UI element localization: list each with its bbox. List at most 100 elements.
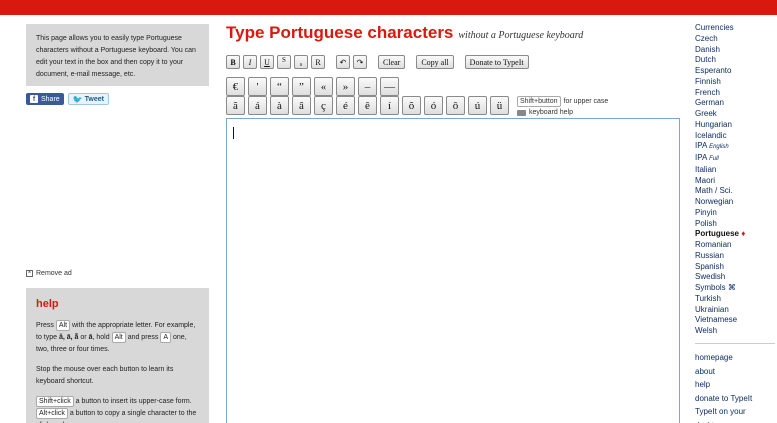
keyboard-help-label: keyboard help bbox=[529, 109, 573, 116]
donate-button[interactable]: Donate to TypeIt bbox=[464, 55, 529, 69]
lang-link-portuguese[interactable]: Portuguese ♦ bbox=[695, 229, 775, 240]
lang-link-esperanto[interactable]: Esperanto bbox=[695, 66, 775, 77]
char-button[interactable]: ê bbox=[358, 96, 377, 115]
lang-label: Portuguese bbox=[695, 229, 740, 239]
lang-link-swedish[interactable]: Swedish bbox=[695, 272, 775, 283]
lang-link-polish[interactable]: Polish bbox=[695, 219, 775, 230]
shift-info-text: for upper case bbox=[563, 98, 609, 105]
underline-button[interactable]: U bbox=[260, 55, 274, 69]
lang-link-currencies[interactable]: Currencies bbox=[695, 23, 775, 34]
lang-link-french[interactable]: French bbox=[695, 88, 775, 99]
char-button[interactable]: í bbox=[380, 96, 399, 115]
shift-info: Shift+button for upper case keyboard hel… bbox=[517, 96, 608, 118]
keyboard-icon bbox=[517, 109, 526, 116]
intro-text: This page allows you to easily type Port… bbox=[36, 35, 196, 78]
copy-all-button[interactable]: Copy all bbox=[416, 55, 454, 69]
example-chars: ǎ, ā, ā̃ bbox=[58, 334, 79, 341]
remove-format-button[interactable]: R bbox=[311, 55, 325, 69]
clear-button[interactable]: Clear bbox=[378, 55, 406, 69]
help-heading: help bbox=[36, 298, 59, 310]
lang-link-german[interactable]: German bbox=[695, 98, 775, 109]
lang-link-hungarian[interactable]: Hungarian bbox=[695, 120, 775, 131]
char-button-apostrophe[interactable]: ' bbox=[248, 77, 267, 96]
lang-link-ipa-english[interactable]: IPA English bbox=[695, 141, 775, 153]
char-button[interactable]: ó bbox=[424, 96, 443, 115]
nav-link-homepage[interactable]: homepage bbox=[695, 351, 775, 365]
alt-key: Alt bbox=[55, 320, 71, 331]
lang-link-spanish[interactable]: Spanish bbox=[695, 262, 775, 273]
lang-link-romanian[interactable]: Romanian bbox=[695, 240, 775, 251]
tweet-button[interactable]: 🐦 Tweet bbox=[67, 93, 109, 105]
redo-button[interactable]: ↷ bbox=[353, 55, 367, 69]
page-title: Type Portuguese characters bbox=[226, 23, 454, 42]
char-button[interactable]: ú bbox=[468, 96, 487, 115]
alt-key: Alt bbox=[111, 332, 126, 343]
char-button-right-quote[interactable]: ” bbox=[292, 77, 311, 96]
site-nav: homepage about help donate to TypeIt Typ… bbox=[695, 351, 775, 423]
lang-link-vietnamese[interactable]: Vietnamese bbox=[695, 315, 775, 326]
lang-link-pinyin[interactable]: Pinyin bbox=[695, 208, 775, 219]
help-text: or bbox=[80, 334, 87, 341]
lang-link-czech[interactable]: Czech bbox=[695, 34, 775, 45]
subscript-button[interactable]: s bbox=[294, 55, 308, 69]
char-button[interactable]: â bbox=[292, 96, 311, 115]
facebook-icon: f bbox=[30, 95, 38, 103]
lang-suffix: Full bbox=[709, 156, 719, 162]
lang-link-russian[interactable]: Russian bbox=[695, 251, 775, 262]
help-text: a button to insert its upper-case form. bbox=[75, 398, 192, 405]
lang-link-math[interactable]: Math / Sci. bbox=[695, 186, 775, 197]
text-caret bbox=[233, 127, 234, 139]
remove-ad-link[interactable]: × Remove ad bbox=[26, 270, 72, 277]
lang-link-ipa-full[interactable]: IPA Full bbox=[695, 153, 775, 165]
lang-link-italian[interactable]: Italian bbox=[695, 165, 775, 176]
char-button[interactable]: ü bbox=[490, 96, 509, 115]
text-editor[interactable] bbox=[226, 118, 680, 423]
char-button-left-quote[interactable]: “ bbox=[270, 77, 289, 96]
lang-link-ukrainian[interactable]: Ukrainian bbox=[695, 305, 775, 316]
char-button-em-dash[interactable]: — bbox=[380, 77, 399, 96]
lang-link-finnish[interactable]: Finnish bbox=[695, 77, 775, 88]
char-button[interactable]: ô bbox=[446, 96, 465, 115]
superscript-button[interactable]: S bbox=[277, 55, 291, 69]
help-paragraph-1: Press Alt with the appropriate letter. F… bbox=[36, 320, 199, 356]
char-button[interactable]: ã bbox=[226, 96, 245, 115]
nav-link-about[interactable]: about bbox=[695, 365, 775, 379]
nav-divider bbox=[695, 343, 775, 344]
language-nav: Currencies Czech Danish Dutch Esperanto … bbox=[695, 23, 775, 337]
character-buttons: ã á à â ç é ê í õ ó ô ú ü Shift+button f… bbox=[226, 96, 608, 118]
lang-link-greek[interactable]: Greek bbox=[695, 109, 775, 120]
char-button[interactable]: é bbox=[336, 96, 355, 115]
lang-link-dutch[interactable]: Dutch bbox=[695, 55, 775, 66]
keyboard-help-link[interactable]: keyboard help bbox=[517, 107, 608, 118]
char-button[interactable]: ç bbox=[314, 96, 333, 115]
nav-link-desktop[interactable]: TypeIt on your desktop bbox=[695, 405, 775, 423]
lang-link-danish[interactable]: Danish bbox=[695, 45, 775, 56]
char-button-euro[interactable]: € bbox=[226, 77, 245, 96]
undo-button[interactable]: ↶ bbox=[336, 55, 350, 69]
lang-link-welsh[interactable]: Welsh bbox=[695, 326, 775, 337]
lang-label: IPA bbox=[695, 141, 707, 151]
lang-link-maori[interactable]: Maori bbox=[695, 176, 775, 187]
tweet-label: Tweet bbox=[84, 95, 104, 103]
diamond-icon: ♦ bbox=[741, 229, 746, 239]
char-button[interactable]: õ bbox=[402, 96, 421, 115]
lang-link-icelandic[interactable]: Icelandic bbox=[695, 131, 775, 142]
help-text: and press bbox=[127, 334, 159, 341]
page-header: Type Portuguese characters without a Por… bbox=[226, 23, 583, 43]
nav-link-donate[interactable]: donate to TypeIt bbox=[695, 392, 775, 406]
char-button[interactable]: á bbox=[248, 96, 267, 115]
lang-link-norwegian[interactable]: Norwegian bbox=[695, 197, 775, 208]
char-button-right-guillemet[interactable]: » bbox=[336, 77, 355, 96]
facebook-share-button[interactable]: f Share bbox=[26, 93, 64, 105]
facebook-share-label: Share bbox=[41, 95, 60, 103]
char-button-en-dash[interactable]: – bbox=[358, 77, 377, 96]
lang-link-symbols[interactable]: Symbols ⌘ bbox=[695, 283, 775, 294]
italic-button[interactable]: I bbox=[243, 55, 257, 69]
lang-link-turkish[interactable]: Turkish bbox=[695, 294, 775, 305]
char-button[interactable]: à bbox=[270, 96, 289, 115]
page-subtitle: without a Portuguese keyboard bbox=[458, 30, 584, 41]
help-paragraph-2: Stop the mouse over each button to learn… bbox=[36, 366, 174, 385]
nav-link-help[interactable]: help bbox=[695, 378, 775, 392]
char-button-left-guillemet[interactable]: « bbox=[314, 77, 333, 96]
bold-button[interactable]: B bbox=[226, 55, 240, 69]
